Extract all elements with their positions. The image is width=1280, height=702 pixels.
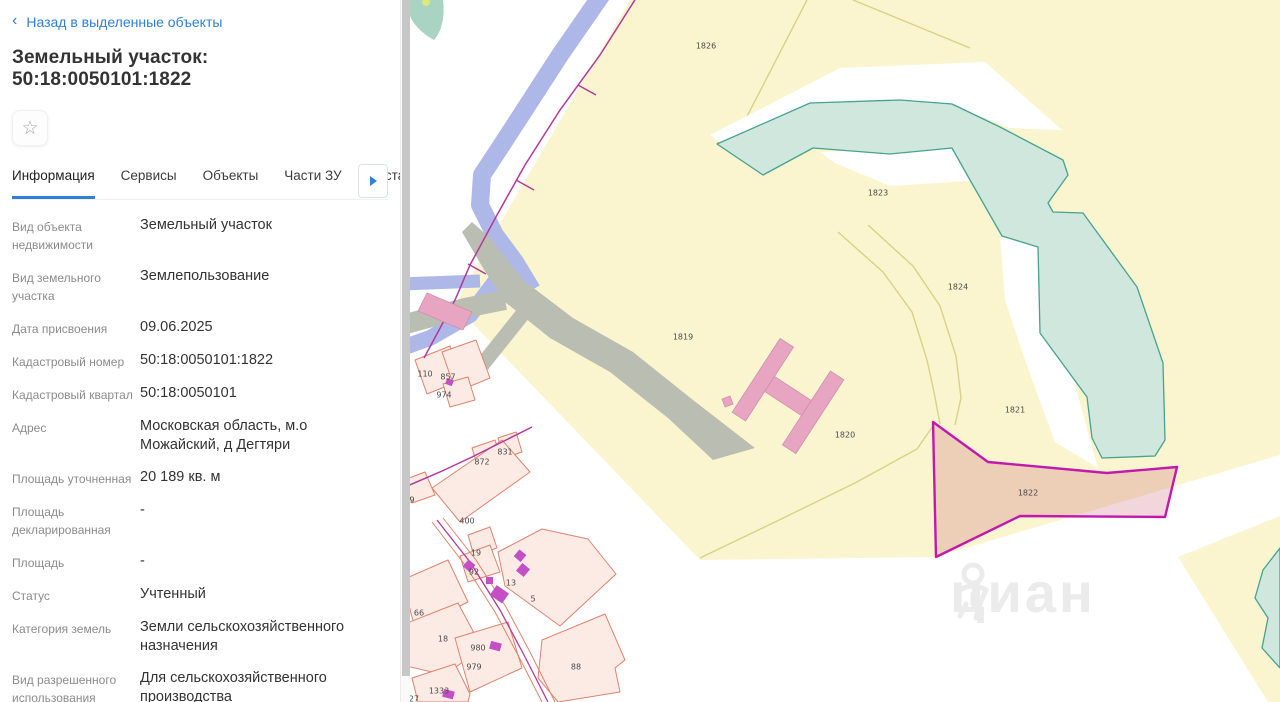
field-value: Для сельскохозяйственного производства: [140, 670, 327, 702]
field-label: Адрес: [12, 421, 47, 435]
field-value: -: [140, 553, 145, 569]
field-label: Категория земель: [12, 622, 112, 636]
field-row: Кадастровый номер 50:18:0050101:1822: [12, 351, 388, 371]
field-label: Площадь: [12, 556, 65, 570]
star-icon: ☆: [21, 117, 39, 139]
field-label: Вид земельного участка: [12, 271, 101, 303]
field-value: 50:18:0050101:1822: [140, 352, 274, 368]
map-canvas[interactable]: [410, 0, 1280, 702]
field-row: Площадь декларированная -: [12, 501, 388, 539]
object-fields: Вид объекта недвижимости Земельный участо…: [12, 216, 388, 702]
field-row: Адрес Московская область, м.о Можайский, …: [12, 417, 388, 455]
field-label: Дата присвоения: [12, 322, 108, 336]
field-row: Площадь -: [12, 552, 388, 572]
field-value: 09.06.2025: [140, 319, 213, 335]
chevron-right-icon: [369, 176, 377, 186]
field-label: Статус: [12, 589, 50, 603]
field-label: Площадь декларированная: [12, 505, 111, 537]
tabs-scroll-right-button[interactable]: [358, 164, 388, 198]
field-row: Вид разрешенного использования Для сельск…: [12, 669, 388, 702]
field-label: Кадастровый квартал: [12, 388, 133, 402]
field-value: 50:18:0050101: [140, 385, 237, 401]
field-row: Категория земель Земли сельскохозяйственн…: [12, 618, 388, 656]
forest-blob-top-left: [410, 0, 444, 40]
panel-scrollbar[interactable]: [400, 0, 411, 702]
tab-2[interactable]: Сервисы: [121, 168, 177, 199]
tab-4[interactable]: Части ЗУ: [284, 168, 341, 199]
field-row: Площадь уточненная 20 189 кв. м: [12, 468, 388, 488]
field-row: Кадастровый квартал 50:18:0050101: [12, 384, 388, 404]
field-row: Вид объекта недвижимости Земельный участо…: [12, 216, 388, 254]
field-value: -: [140, 502, 145, 518]
field-value: Земли сельскохозяйственного назначения: [140, 619, 345, 654]
field-value: Учтенный: [140, 586, 206, 602]
page-title: Земельный участок: 50:18:0050101:1822: [12, 47, 209, 90]
tab-1[interactable]: Информация: [12, 168, 95, 199]
field-value: Московская область, м.о Можайский, д Дег…: [140, 418, 308, 453]
field-label: Вид разрешенного использования: [12, 673, 117, 702]
tab-3[interactable]: Объекты: [203, 168, 259, 199]
tabs-bar: ИнформацияСервисыОбъектыЧасти ЗУСостав: [12, 164, 400, 200]
field-value: Землепользование: [140, 268, 270, 284]
object-info-panel: ‹ Назад в выделенные объекты Земельный у…: [0, 0, 400, 702]
field-label: Вид объекта недвижимости: [12, 220, 93, 252]
cadastral-map[interactable]: циан 1826 1823 1824 1819 1820 1821 1822 110 857 9…: [410, 0, 1280, 702]
field-value: 20 189 кв. м: [140, 469, 221, 485]
favorite-button[interactable]: ☆: [12, 110, 48, 146]
back-link[interactable]: ‹ Назад в выделенные объекты: [12, 12, 388, 31]
back-link-label: Назад в выделенные объекты: [26, 14, 223, 30]
cadastral-map-app: ‹ Назад в выделенные объекты Земельный у…: [0, 0, 1280, 702]
field-row: Вид земельного участка Землепользование: [12, 267, 388, 305]
field-row: Дата присвоения 09.06.2025: [12, 318, 388, 338]
back-chevron-icon: ‹: [12, 12, 18, 29]
field-value: Земельный участок: [140, 217, 272, 233]
field-row: Статус Учтенный: [12, 585, 388, 605]
field-label: Кадастровый номер: [12, 355, 125, 369]
field-label: Площадь уточненная: [12, 472, 132, 486]
